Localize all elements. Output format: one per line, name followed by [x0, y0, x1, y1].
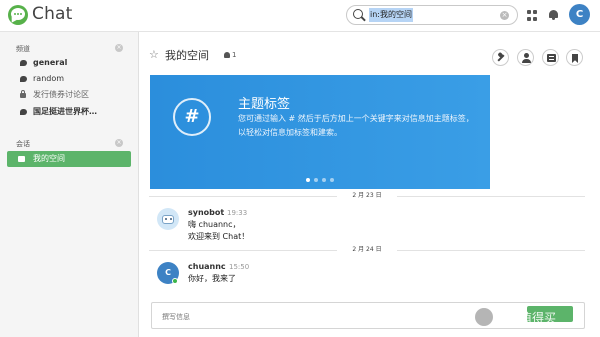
sidebar: 频道 × general random 发行债券讨论区 国足挺进世界杯… 会话 …	[0, 32, 139, 337]
watermark-logo-icon	[475, 308, 493, 326]
carousel-dot[interactable]	[322, 178, 326, 182]
sidebar-item-my-space[interactable]: 我的空间	[7, 151, 131, 167]
member-count[interactable]: 1	[224, 51, 236, 59]
sidebar-item-worldcup[interactable]: 国足挺进世界杯…	[20, 105, 97, 119]
hashtag-tip-banner: # 主题标签 您可通过输入 # 然后于后方加上一个关键字来对信息加主题标签，以轻…	[150, 75, 490, 189]
user-icon[interactable]	[517, 49, 534, 66]
carousel-dots[interactable]	[150, 178, 490, 182]
bookmark-icon[interactable]	[566, 49, 583, 66]
star-icon[interactable]: ☆	[149, 49, 159, 60]
banner-title: 主题标签	[238, 97, 291, 112]
conversations-section-title: 会话	[16, 140, 30, 148]
channels-section-title: 频道	[16, 45, 30, 53]
user-icon	[224, 52, 230, 58]
lock-icon	[20, 90, 26, 98]
message-author[interactable]: chuannc	[188, 262, 226, 271]
message-line: 你好，我来了	[188, 274, 236, 283]
user-avatar[interactable]: C	[569, 4, 590, 25]
sidebar-item-random[interactable]: random	[20, 72, 64, 86]
notification-bell-icon[interactable]	[548, 10, 559, 21]
message-author[interactable]: synobot	[188, 208, 224, 217]
home-icon	[18, 156, 25, 162]
chat-logo-icon	[8, 5, 28, 25]
online-status-dot	[172, 278, 178, 284]
search-input[interactable]: in:我的空间	[369, 8, 413, 22]
message-line: 欢迎来到 Chat！	[188, 232, 250, 241]
sidebar-item-general[interactable]: general	[20, 56, 67, 70]
message-time: 19:33	[227, 209, 248, 217]
channels-collapse-icon[interactable]: ×	[115, 44, 123, 52]
date-label: 2 月 23 日	[337, 192, 397, 200]
hashtag-icon: #	[173, 98, 211, 136]
chat-bubble-icon	[20, 60, 27, 66]
chat-bubble-icon	[20, 109, 27, 115]
search-icon	[353, 9, 363, 19]
room-title: 我的空间	[165, 49, 209, 62]
app-name: Chat	[32, 4, 73, 24]
wrench-icon[interactable]	[492, 49, 509, 66]
clear-search-icon[interactable]: ×	[500, 11, 509, 20]
composer-placeholder: 撰写信息	[162, 313, 190, 321]
list-icon[interactable]	[542, 49, 559, 66]
room-header: ☆ 我的空间 1	[140, 32, 600, 72]
carousel-dot[interactable]	[330, 178, 334, 182]
site-watermark: 什么值得买	[475, 308, 556, 326]
message-time: 15:50	[229, 263, 250, 271]
robot-avatar[interactable]	[157, 208, 179, 230]
date-label: 2 月 24 日	[337, 246, 397, 254]
banner-description: 您可通过输入 # 然后于后方加上一个关键字来对信息加主题标签，以轻松对信息加标签…	[238, 114, 474, 137]
apps-grid-icon[interactable]	[527, 10, 538, 21]
search-box[interactable]: in:我的空间 ×	[346, 5, 518, 25]
chat-bubble-icon	[20, 76, 27, 82]
top-bar: Chat in:我的空间 × C	[0, 0, 600, 32]
carousel-dot[interactable]	[306, 178, 310, 182]
sidebar-item-bond-discussion[interactable]: 发行债券讨论区	[20, 88, 89, 102]
carousel-dot[interactable]	[314, 178, 318, 182]
message-line: 嗨 chuannc，	[188, 220, 241, 229]
conversations-collapse-icon[interactable]: ×	[115, 139, 123, 147]
